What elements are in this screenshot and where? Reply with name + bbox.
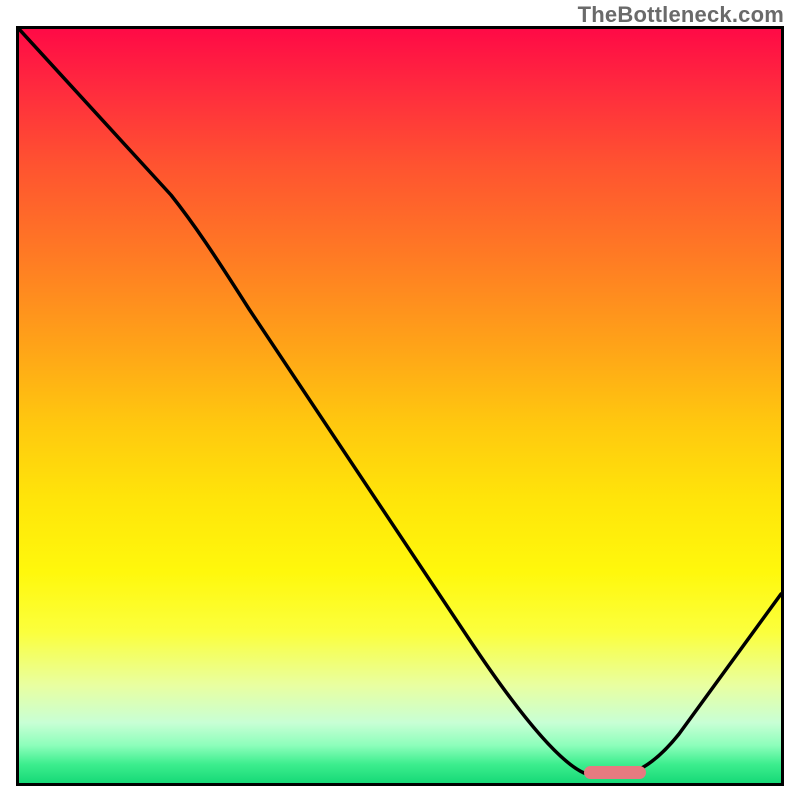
- bottleneck-curve-line: [19, 29, 781, 775]
- watermark-text: TheBottleneck.com: [578, 2, 784, 28]
- optimal-range-marker: [584, 766, 646, 779]
- chart-frame: [16, 26, 784, 786]
- chart-curve-layer: [19, 29, 781, 783]
